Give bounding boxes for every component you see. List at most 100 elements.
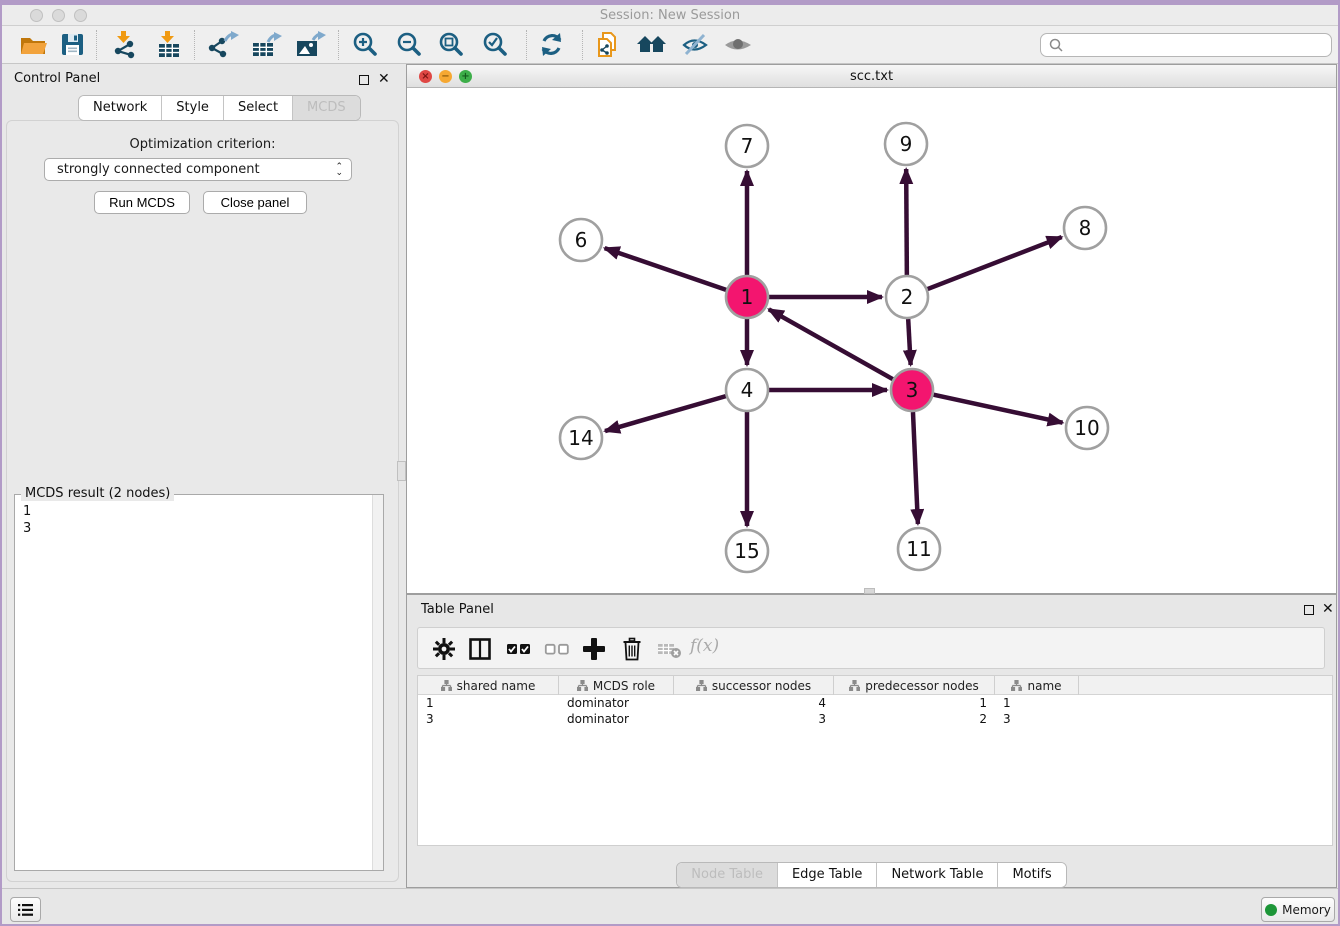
deselect-all-icon[interactable] bbox=[544, 637, 570, 661]
export-table-icon[interactable] bbox=[250, 31, 280, 59]
memory-button[interactable]: Memory bbox=[1261, 897, 1335, 922]
svg-text:3: 3 bbox=[906, 378, 919, 402]
control-panel-float-icon[interactable] bbox=[359, 74, 369, 89]
delete-table-icon[interactable] bbox=[656, 637, 682, 661]
task-history-button[interactable] bbox=[10, 897, 41, 922]
toolbar-separator bbox=[582, 30, 583, 60]
tab-node-table[interactable]: Node Table bbox=[677, 863, 778, 887]
search-input[interactable] bbox=[1065, 38, 1331, 52]
main-toolbar bbox=[2, 26, 1338, 64]
graph-node-6[interactable]: 6 bbox=[560, 219, 602, 261]
graph-node-14[interactable]: 14 bbox=[560, 417, 602, 459]
window-zoom-button[interactable] bbox=[74, 9, 87, 22]
refresh-icon[interactable] bbox=[538, 31, 568, 59]
graph-node-8[interactable]: 8 bbox=[1064, 207, 1106, 249]
column-header[interactable]: shared name bbox=[418, 676, 559, 695]
graph-edge-3-11[interactable] bbox=[913, 412, 918, 524]
tab-style[interactable]: Style bbox=[162, 96, 224, 120]
toolbar-separator bbox=[338, 30, 339, 60]
column-type-icon bbox=[577, 680, 588, 691]
panel-divider-handle[interactable] bbox=[397, 461, 406, 481]
column-type-icon bbox=[441, 680, 452, 691]
graph-edge-1-6[interactable] bbox=[605, 248, 727, 290]
table-row[interactable]: 1dominator411 bbox=[418, 695, 1332, 711]
tab-motifs[interactable]: Motifs bbox=[998, 863, 1065, 887]
zoom-out-icon[interactable] bbox=[394, 31, 424, 59]
graph-node-2[interactable]: 2 bbox=[886, 276, 928, 318]
network-window-title: scc.txt bbox=[407, 65, 1336, 88]
tab-mcds[interactable]: MCDS bbox=[293, 96, 360, 120]
column-type-icon bbox=[696, 680, 707, 691]
delete-column-icon[interactable] bbox=[620, 637, 646, 661]
import-network-icon[interactable] bbox=[110, 31, 140, 59]
svg-text:15: 15 bbox=[734, 539, 759, 563]
add-column-icon[interactable] bbox=[581, 637, 607, 661]
zoom-fit-icon[interactable] bbox=[436, 31, 466, 59]
graph-node-15[interactable]: 15 bbox=[726, 530, 768, 572]
node-table[interactable]: shared nameMCDS rolesuccessor nodesprede… bbox=[417, 675, 1333, 846]
tab-network-table[interactable]: Network Table bbox=[877, 863, 998, 887]
network-graph[interactable]: 7 9 6 8 1 2 4 3 14 10 15 11 bbox=[407, 88, 1336, 593]
svg-text:7: 7 bbox=[741, 134, 754, 158]
network-close-icon[interactable]: × bbox=[419, 70, 432, 83]
column-header[interactable]: successor nodes bbox=[674, 676, 834, 695]
run-mcds-button[interactable]: Run MCDS bbox=[94, 191, 190, 214]
search-field[interactable] bbox=[1040, 33, 1332, 57]
column-view-icon[interactable] bbox=[468, 637, 494, 661]
graph-edge-2-9[interactable] bbox=[906, 169, 907, 275]
graph-node-3[interactable]: 3 bbox=[891, 369, 933, 411]
select-all-icon[interactable] bbox=[506, 637, 532, 661]
close-panel-button[interactable]: Close panel bbox=[203, 191, 307, 214]
network-canvas[interactable]: 7 9 6 8 1 2 4 3 14 10 15 11 bbox=[407, 88, 1336, 593]
tab-edge-table[interactable]: Edge Table bbox=[778, 863, 877, 887]
graph-node-9[interactable]: 9 bbox=[885, 123, 927, 165]
save-session-icon[interactable] bbox=[58, 31, 88, 59]
table-row[interactable]: 3dominator323 bbox=[418, 711, 1332, 727]
graph-edge-3-10[interactable] bbox=[933, 395, 1062, 423]
table-panel-close-icon[interactable]: ✕ bbox=[1322, 603, 1334, 615]
graph-edge-4-14[interactable] bbox=[605, 396, 726, 431]
column-header[interactable]: name bbox=[995, 676, 1079, 695]
criterion-dropdown[interactable]: strongly connected component ⌃⌄ bbox=[44, 158, 352, 181]
function-builder-icon[interactable]: f(x) bbox=[690, 636, 719, 656]
window-close-button[interactable] bbox=[30, 9, 43, 22]
svg-text:9: 9 bbox=[900, 132, 913, 156]
home-icon[interactable] bbox=[636, 31, 666, 59]
window-minimize-button[interactable] bbox=[52, 9, 65, 22]
control-panel-title: Control Panel bbox=[14, 71, 100, 86]
graph-edge-2-3[interactable] bbox=[908, 319, 910, 365]
zoom-in-icon[interactable] bbox=[350, 31, 380, 59]
svg-text:4: 4 bbox=[741, 378, 754, 402]
graph-node-1[interactable]: 1 bbox=[726, 276, 768, 318]
svg-text:14: 14 bbox=[568, 426, 593, 450]
graph-edge-2-8[interactable] bbox=[928, 237, 1062, 289]
node-table-body[interactable]: 1dominator4113dominator323 bbox=[418, 695, 1332, 727]
tab-network[interactable]: Network bbox=[79, 96, 162, 120]
column-header[interactable]: predecessor nodes bbox=[834, 676, 995, 695]
result-scrollbar[interactable] bbox=[372, 495, 383, 870]
network-window-titlebar[interactable]: × − + scc.txt bbox=[407, 65, 1336, 88]
mcds-result-box: MCDS result (2 nodes) 1 3 bbox=[14, 494, 384, 871]
graph-node-7[interactable]: 7 bbox=[726, 125, 768, 167]
tab-select[interactable]: Select bbox=[224, 96, 293, 120]
graph-node-10[interactable]: 10 bbox=[1066, 407, 1108, 449]
network-zoom-icon[interactable]: + bbox=[459, 70, 472, 83]
copy-document-icon[interactable] bbox=[594, 31, 624, 59]
graph-node-4[interactable]: 4 bbox=[726, 369, 768, 411]
hide-eye-icon[interactable] bbox=[680, 31, 710, 59]
node-table-header[interactable]: shared nameMCDS rolesuccessor nodesprede… bbox=[418, 676, 1332, 695]
network-minimize-icon[interactable]: − bbox=[439, 70, 452, 83]
import-table-icon[interactable] bbox=[154, 31, 184, 59]
column-header[interactable]: MCDS role bbox=[559, 676, 674, 695]
export-network-icon[interactable] bbox=[208, 31, 238, 59]
control-panel-close-icon[interactable]: ✕ bbox=[378, 73, 390, 85]
graph-node-11[interactable]: 11 bbox=[898, 528, 940, 570]
export-image-icon[interactable] bbox=[294, 31, 324, 59]
show-eye-icon[interactable] bbox=[722, 31, 752, 59]
zoom-selected-icon[interactable] bbox=[480, 31, 510, 59]
graph-edge-3-1[interactable] bbox=[769, 309, 893, 379]
toolbar-separator bbox=[96, 30, 97, 60]
open-session-icon[interactable] bbox=[18, 31, 48, 59]
table-panel-float-icon[interactable] bbox=[1304, 604, 1314, 619]
gear-icon[interactable] bbox=[432, 637, 458, 661]
